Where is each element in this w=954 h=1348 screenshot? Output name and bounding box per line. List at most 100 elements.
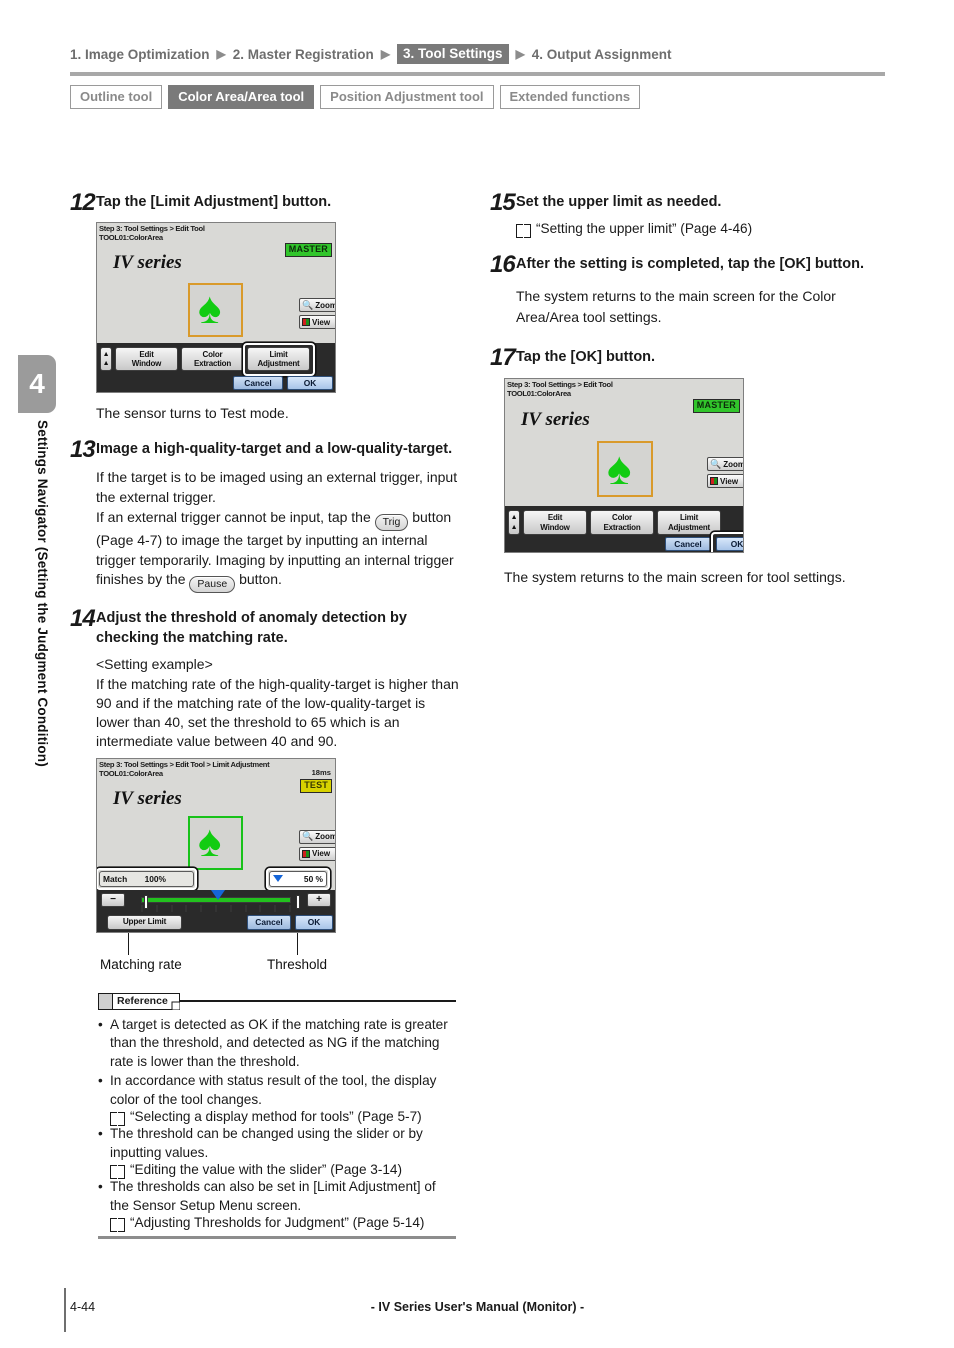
shot1-scroll-up-button[interactable]: ▲ ▲ xyxy=(100,347,112,371)
shot2-slider-lower-marker xyxy=(144,894,148,909)
breadcrumb-item-2[interactable]: 2. Master Registration xyxy=(233,47,374,62)
reference-link[interactable]: “Selecting a display method for tools” (… xyxy=(110,1109,456,1127)
tab-color-area-tool[interactable]: Color Area/Area tool xyxy=(168,85,315,109)
shot2-cancel-button[interactable]: Cancel xyxy=(247,914,291,930)
header-divider xyxy=(70,72,885,76)
page-footer: 4-44 - IV Series User's Manual (Monitor)… xyxy=(70,1300,885,1314)
reference-link-text: “Selecting a display method for tools” (… xyxy=(130,1109,422,1125)
shot3-breadcrumb: Step 3: Tool Settings > Edit Tool xyxy=(507,380,613,389)
shot1-edit-window-button[interactable]: Edit Window xyxy=(115,347,178,371)
tab-outline-tool[interactable]: Outline tool xyxy=(70,85,163,109)
step-15-title: Set the upper limit as needed. xyxy=(516,194,722,210)
shot3-color-extraction-button[interactable]: Color Extraction xyxy=(590,510,654,535)
tick xyxy=(141,904,143,912)
reference-link[interactable]: “Adjusting Thresholds for Judgment” (Pag… xyxy=(110,1215,456,1232)
left-column: 12 Tap the [Limit Adjustment] button. St… xyxy=(70,186,460,1239)
shot3-btn-label-1: Color xyxy=(612,513,632,522)
step-12-title: Tap the [Limit Adjustment] button. xyxy=(96,194,332,210)
reference-bullet-list: • A target is detected as OK if the matc… xyxy=(98,1016,456,1232)
pause-button-glyph[interactable]: Pause xyxy=(189,576,236,594)
shot3-zoom-button[interactable]: 🔍 Zoom xyxy=(707,457,744,471)
shot1-zoom-button[interactable]: 🔍 Zoom xyxy=(299,298,335,312)
footer-divider xyxy=(64,1288,66,1332)
shot2-ok-button[interactable]: OK xyxy=(295,914,333,930)
shot3-btn-label-2: Limit xyxy=(679,513,699,522)
shot3-header: Step 3: Tool Settings > Edit Tool TOOL01… xyxy=(507,380,741,398)
shot3-limit-adjustment-button[interactable]: Limit Adjustment xyxy=(657,510,721,535)
step-15-number: 15 xyxy=(490,189,516,216)
tool-tabs: Outline tool Color Area/Area tool Positi… xyxy=(70,85,885,109)
shot3-view-label: View xyxy=(720,476,739,486)
reference-item: • The threshold can be changed using the… xyxy=(98,1125,456,1162)
shot2-highlight-threshold xyxy=(266,867,330,890)
shot3-view-button[interactable]: View xyxy=(707,474,743,488)
shot2-view-button[interactable]: View xyxy=(299,846,335,861)
reference-item: • In accordance with status result of th… xyxy=(98,1072,456,1109)
shot3-btn-label-0: Edit xyxy=(547,513,563,522)
shot2-view-label: View xyxy=(312,849,331,859)
step-15-link-text: “Setting the upper limit” (Page 4-46) xyxy=(536,221,753,236)
trig-button-glyph[interactable]: Trig xyxy=(374,513,409,531)
shot1-cancel-button[interactable]: Cancel xyxy=(233,376,283,390)
shot3-zoom-label: Zoom xyxy=(723,459,744,469)
reference-item-text: A target is detected as OK if the matchi… xyxy=(110,1016,448,1069)
shot3-tool-name: TOOL01:ColorArea xyxy=(507,389,571,398)
step-14-example-heading: <Setting example> xyxy=(96,655,213,672)
magnifier-icon: 🔍 xyxy=(710,458,722,469)
tick xyxy=(244,904,247,912)
tick xyxy=(288,904,291,912)
step-15-link[interactable]: “Setting the upper limit” (Page 4-46) xyxy=(516,221,885,238)
shot1-spade-icon: ♠ xyxy=(198,284,222,333)
shot2-header: Step 3: Tool Settings > Edit Tool > Limi… xyxy=(99,760,333,778)
breadcrumb-item-3[interactable]: 3. Tool Settings xyxy=(397,44,509,64)
shot1-view-label: View xyxy=(312,317,331,327)
reference-link[interactable]: “Editing the value with the slider” (Pag… xyxy=(110,1162,456,1180)
shot3-btn-sub-1: Extraction xyxy=(603,522,641,532)
step-13-title: Image a high-quality-target and a low-qu… xyxy=(96,440,453,457)
shot1-ok-button[interactable]: OK xyxy=(287,376,333,390)
step-13-p2c: button. xyxy=(239,571,282,588)
shot2-minus-button[interactable]: − xyxy=(101,892,125,907)
breadcrumb-item-1[interactable]: 1. Image Optimization xyxy=(70,47,210,62)
bullet-dot-icon: • xyxy=(98,1073,103,1089)
breadcrumb-item-4[interactable]: 4. Output Assignment xyxy=(532,47,672,62)
shot3-cancel-button[interactable]: Cancel xyxy=(665,537,711,551)
step-17-number: 17 xyxy=(490,344,516,371)
shot2-slider-handle[interactable] xyxy=(211,889,225,900)
step-13: 13 Image a high-quality-target and a low… xyxy=(70,437,460,462)
book-icon xyxy=(110,1112,125,1127)
chart-icon xyxy=(710,477,718,485)
shot1-header: Step 3: Tool Settings > Edit Tool TOOL01… xyxy=(99,224,333,242)
shot3-btn-sub-0: Window xyxy=(540,522,570,532)
shot2-slider-upper-marker xyxy=(296,894,300,909)
shot1-view-button[interactable]: View xyxy=(299,315,335,329)
chart-icon xyxy=(302,849,310,858)
breadcrumb-arrow-icon: ▶ xyxy=(380,47,391,61)
shot3-scroll-up-button[interactable]: ▲ ▲ xyxy=(508,510,520,535)
shot2-upper-limit-button[interactable]: Upper Limit xyxy=(107,914,182,930)
tick xyxy=(170,904,173,912)
step-16-number: 16 xyxy=(490,251,516,278)
tab-extended-functions[interactable]: Extended functions xyxy=(499,85,641,109)
step-16: 16 After the setting is completed, tap t… xyxy=(490,252,885,277)
shot2-zoom-button[interactable]: 🔍 Zoom xyxy=(299,829,335,844)
shot2-plus-button[interactable]: + xyxy=(307,892,331,907)
reference-header: Reference xyxy=(98,992,456,1010)
step-12-number: 12 xyxy=(70,189,96,216)
shot2-test-badge: TEST xyxy=(300,778,332,793)
step-13-p2a: If an external trigger cannot be input, … xyxy=(96,508,371,525)
tick xyxy=(259,904,262,912)
magnifier-icon: 🔍 xyxy=(302,299,314,310)
step-16-title: After the setting is completed, tap the … xyxy=(516,256,864,272)
shot3-btn-sub-2: Adjustment xyxy=(667,522,710,532)
step-14-example-body: If the matching rate of the high-quality… xyxy=(96,675,459,749)
tab-position-adjustment-tool[interactable]: Position Adjustment tool xyxy=(320,85,494,109)
reference-block: Reference • A target is detected as OK i… xyxy=(98,992,456,1239)
shot1-color-extraction-button[interactable]: Color Extraction xyxy=(181,347,244,371)
chart-icon xyxy=(302,318,310,326)
shot3-edit-window-button[interactable]: Edit Window xyxy=(523,510,587,535)
step-12: 12 Tap the [Limit Adjustment] button. xyxy=(70,190,460,215)
step-13-paragraph-1: If the target is to be imaged using an e… xyxy=(96,468,458,505)
shot3-highlight-ok xyxy=(711,532,743,552)
shot2-breadcrumb: Step 3: Tool Settings > Edit Tool > Limi… xyxy=(99,759,270,769)
